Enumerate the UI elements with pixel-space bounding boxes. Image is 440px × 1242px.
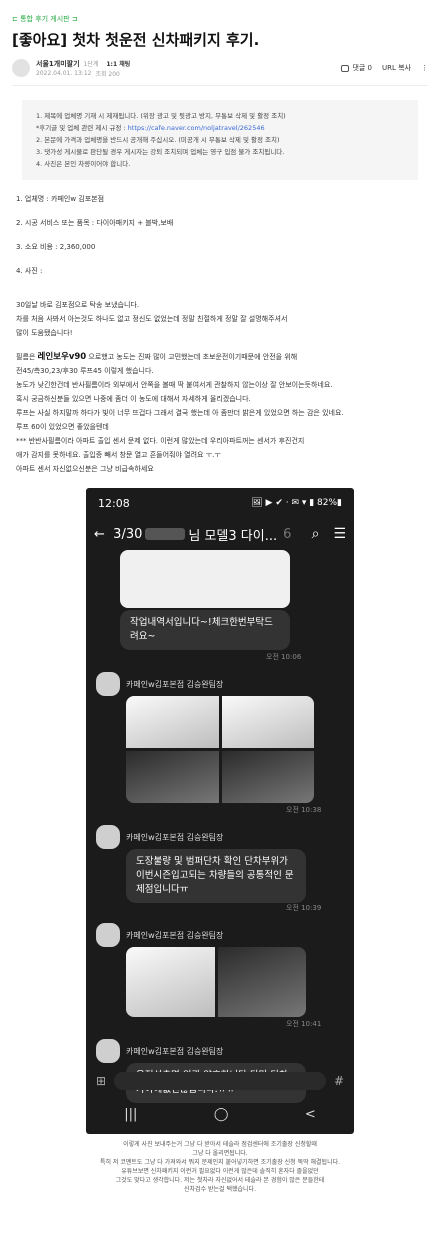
sender-row: 카페인w김포본점 김승완팀장 bbox=[96, 1039, 344, 1063]
notice-link[interactable]: https://cafe.naver.com/noljatravel/26254… bbox=[128, 124, 265, 132]
sender-row: 카페인w김포본점 김승완팀장 bbox=[96, 825, 344, 849]
message-time: 오전 10:38 bbox=[286, 806, 322, 814]
post-meta: 서울1개미팔기 1단계 1:1 채팅 2022.04.01. 13:12 조회 … bbox=[12, 55, 428, 81]
chat-screenshot: 12:08 🖼 ▶ ✔ · ✉ ▾ ▮ 82%▮ ← 3/30 님 모델3 다이.… bbox=[86, 488, 354, 1134]
notice-line: 4. 사진은 본인 차량이어야 합니다. bbox=[36, 160, 131, 168]
car-photo bbox=[126, 751, 219, 803]
body-line: 많이 도움됐습니다! bbox=[16, 329, 73, 337]
body-line: 필름은 레인보우v90 으로했고 농도는 진짜 많이 고민했는데 초보운전이기때… bbox=[16, 352, 298, 362]
post-body: 1. 업체명 : 카페인w 김포본점 2. 시공 서비스 또는 품목 : 다이아… bbox=[12, 192, 428, 476]
sender-row: 카페인w김포본점 김승완팀장 bbox=[96, 923, 344, 947]
body-line: 농도가 낮긴한건데 반사필름이라 외부에서 안쪽을 볼때 딱 붙여서게 관찰하지… bbox=[16, 381, 333, 389]
message-time: 오전 10:41 bbox=[286, 1020, 322, 1028]
film-name: 레인보우v90 bbox=[37, 352, 87, 362]
sender-name: 카페인w김포본점 김승완팀장 bbox=[126, 679, 224, 689]
phone-nav-bar: ||| ◯ < bbox=[86, 1094, 354, 1134]
body-item: 3. 소요 비용 : 2,360,000 bbox=[16, 243, 96, 251]
comment-icon bbox=[341, 64, 350, 72]
car-photo bbox=[217, 947, 306, 1017]
sender-avatar bbox=[96, 923, 120, 947]
author-level: 1단계 bbox=[83, 61, 99, 68]
car-photo bbox=[126, 696, 219, 748]
sender-row: 카페인w김포본점 김승완팀장 bbox=[96, 672, 344, 696]
car-photos bbox=[126, 947, 306, 1017]
phone-status-bar: 12:08 🖼 ▶ ✔ · ✉ ▾ ▮ 82%▮ bbox=[98, 496, 342, 510]
notice-line: 1. 제목에 업체명 기재 시 제재됩니다. (위장 광고 및 뒷광고 방지, … bbox=[36, 112, 286, 120]
document-photo bbox=[120, 550, 290, 608]
body-line: 30일날 바로 김포점으로 탁송 보냈습니다. bbox=[16, 301, 140, 309]
message-time: 오전 10:39 bbox=[286, 904, 322, 912]
sender-name: 카페인w김포본점 김승완팀장 bbox=[126, 832, 224, 842]
avatar[interactable] bbox=[12, 59, 30, 77]
car-photo bbox=[221, 751, 314, 803]
message-time: 오전 10:06 bbox=[266, 653, 302, 661]
body-item: 2. 시공 서비스 또는 품목 : 다이아패키지 + 블박,보배 bbox=[16, 219, 174, 227]
notice-box: 1. 제목에 업체명 기재 시 제재됩니다. (위장 광고 및 뒷광고 방지, … bbox=[22, 100, 418, 180]
body-line: 루프는 사실 하지말까 하다가 빛이 너무 뜨겁다 그래서 결국 했는데 아 좀… bbox=[16, 409, 344, 417]
menu-icon: ☰ bbox=[333, 526, 346, 542]
car-photo bbox=[221, 696, 314, 748]
notice-line: 2. 본문에 가격과 업체명을 반드시 공개해 주십시오. (미공개 시 무통보… bbox=[36, 136, 280, 144]
more-icon[interactable]: ⋮ bbox=[421, 64, 428, 72]
sender-name: 카페인w김포본점 김승완팀장 bbox=[126, 1046, 224, 1056]
body-line: 아파트 센서 자신없으신분은 그냥 비급속하세요 bbox=[16, 465, 154, 473]
url-copy-button[interactable]: URL 복사 bbox=[382, 63, 411, 73]
author-name[interactable]: 서울1개미팔기 bbox=[36, 59, 80, 69]
notice-line: 3. 댓가성 게시물로 판단될 경우 게시자는 강퇴 조치되며 업체는 영구 입… bbox=[36, 148, 285, 156]
sender-name: 카페인w김포본점 김승완팀장 bbox=[126, 930, 224, 940]
notice-line: *후기글 및 업체 관련 제시 규정 : https://cafe.naver.… bbox=[36, 124, 265, 132]
post-actions: 댓글 0 URL 복사 ⋮ bbox=[341, 63, 428, 73]
message: 도장불량 및 범퍼단차 확인 단차부위가 이번시즌입고되는 차량들의 공통적인 … bbox=[126, 849, 344, 903]
body-item: 4. 사진 : bbox=[16, 267, 43, 275]
car-photo bbox=[126, 947, 215, 1017]
view-count: 조회 200 bbox=[95, 70, 120, 78]
chat-header: ← 3/30 님 모델3 다이... 6 ⌕ ☰ bbox=[94, 526, 346, 544]
chat-messages: 작업내역서입니다~!체크한번부탁드려요~ 오전 10:06 카페인w김포본점 김… bbox=[86, 550, 354, 1103]
sender-avatar bbox=[96, 825, 120, 849]
post-title: [좋아요] 첫차 첫운전 신차패키지 후기. bbox=[12, 31, 260, 49]
back-icon: ← bbox=[94, 526, 105, 542]
body-line: *** 반반사필름이라 아파트 출입 센서 문제 없다. 이런게 많았는데 우리… bbox=[16, 437, 305, 445]
car-photos bbox=[126, 696, 314, 803]
chat-input-bar: ⊞ # bbox=[86, 1068, 354, 1094]
chat-link[interactable]: 1:1 채팅 bbox=[106, 59, 130, 68]
sender-avatar bbox=[96, 672, 120, 696]
body-line: 루프 60이 있었으면 좋았을텐데 bbox=[16, 423, 109, 431]
body-line: 차를 처음 사봐서 아는것도 하나도 없고 정신도 없었는데 정말 친절하게 정… bbox=[16, 315, 288, 323]
board-link[interactable]: ⊏ 통합 후기 게시판 ⊐ bbox=[12, 14, 428, 24]
search-icon: ⌕ bbox=[311, 526, 320, 542]
sender-avatar bbox=[96, 1039, 120, 1063]
body-line: 애가 감지를 못하네요. 출입증 빼서 창문 열고 흔들어줘야 열려요 ㅜ.ㅜ bbox=[16, 451, 221, 459]
photo-caption: 이렇게 사진 보내주는거 그냥 다 받아서 테슬라 점검센터에 조기출장 신청할… bbox=[99, 1141, 341, 1193]
add-icon: ⊞ bbox=[96, 1074, 107, 1088]
divider bbox=[12, 85, 428, 86]
message: 작업내역서입니다~!체크한번부탁드려요~ bbox=[120, 610, 344, 650]
back-nav-icon: < bbox=[304, 1106, 316, 1122]
recent-apps-icon: ||| bbox=[124, 1106, 138, 1122]
blurred-name bbox=[145, 528, 186, 540]
post-page: ⊏ 통합 후기 게시판 ⊐ [좋아요] 첫차 첫운전 신차패키지 후기. 서울1… bbox=[0, 14, 440, 1242]
body-line: 혹시 궁금하신분들 있으면 나중에 좀더 이 농도에 대해서 자세하게 올리겠습… bbox=[16, 395, 251, 403]
author-info: 서울1개미팔기 1단계 1:1 채팅 2022.04.01. 13:12 조회 … bbox=[36, 59, 130, 78]
comment-button[interactable]: 댓글 0 bbox=[341, 63, 372, 73]
post-date: 2022.04.01. 13:12 bbox=[36, 69, 92, 77]
body-line: 전45/측30,23/후30 루프45 이렇게 했습니다. bbox=[16, 367, 154, 375]
chat-input-field bbox=[114, 1072, 326, 1090]
body-item: 1. 업체명 : 카페인w 김포본점 bbox=[16, 195, 105, 203]
hashtag-icon: # bbox=[333, 1074, 344, 1088]
home-icon: ◯ bbox=[213, 1106, 229, 1122]
